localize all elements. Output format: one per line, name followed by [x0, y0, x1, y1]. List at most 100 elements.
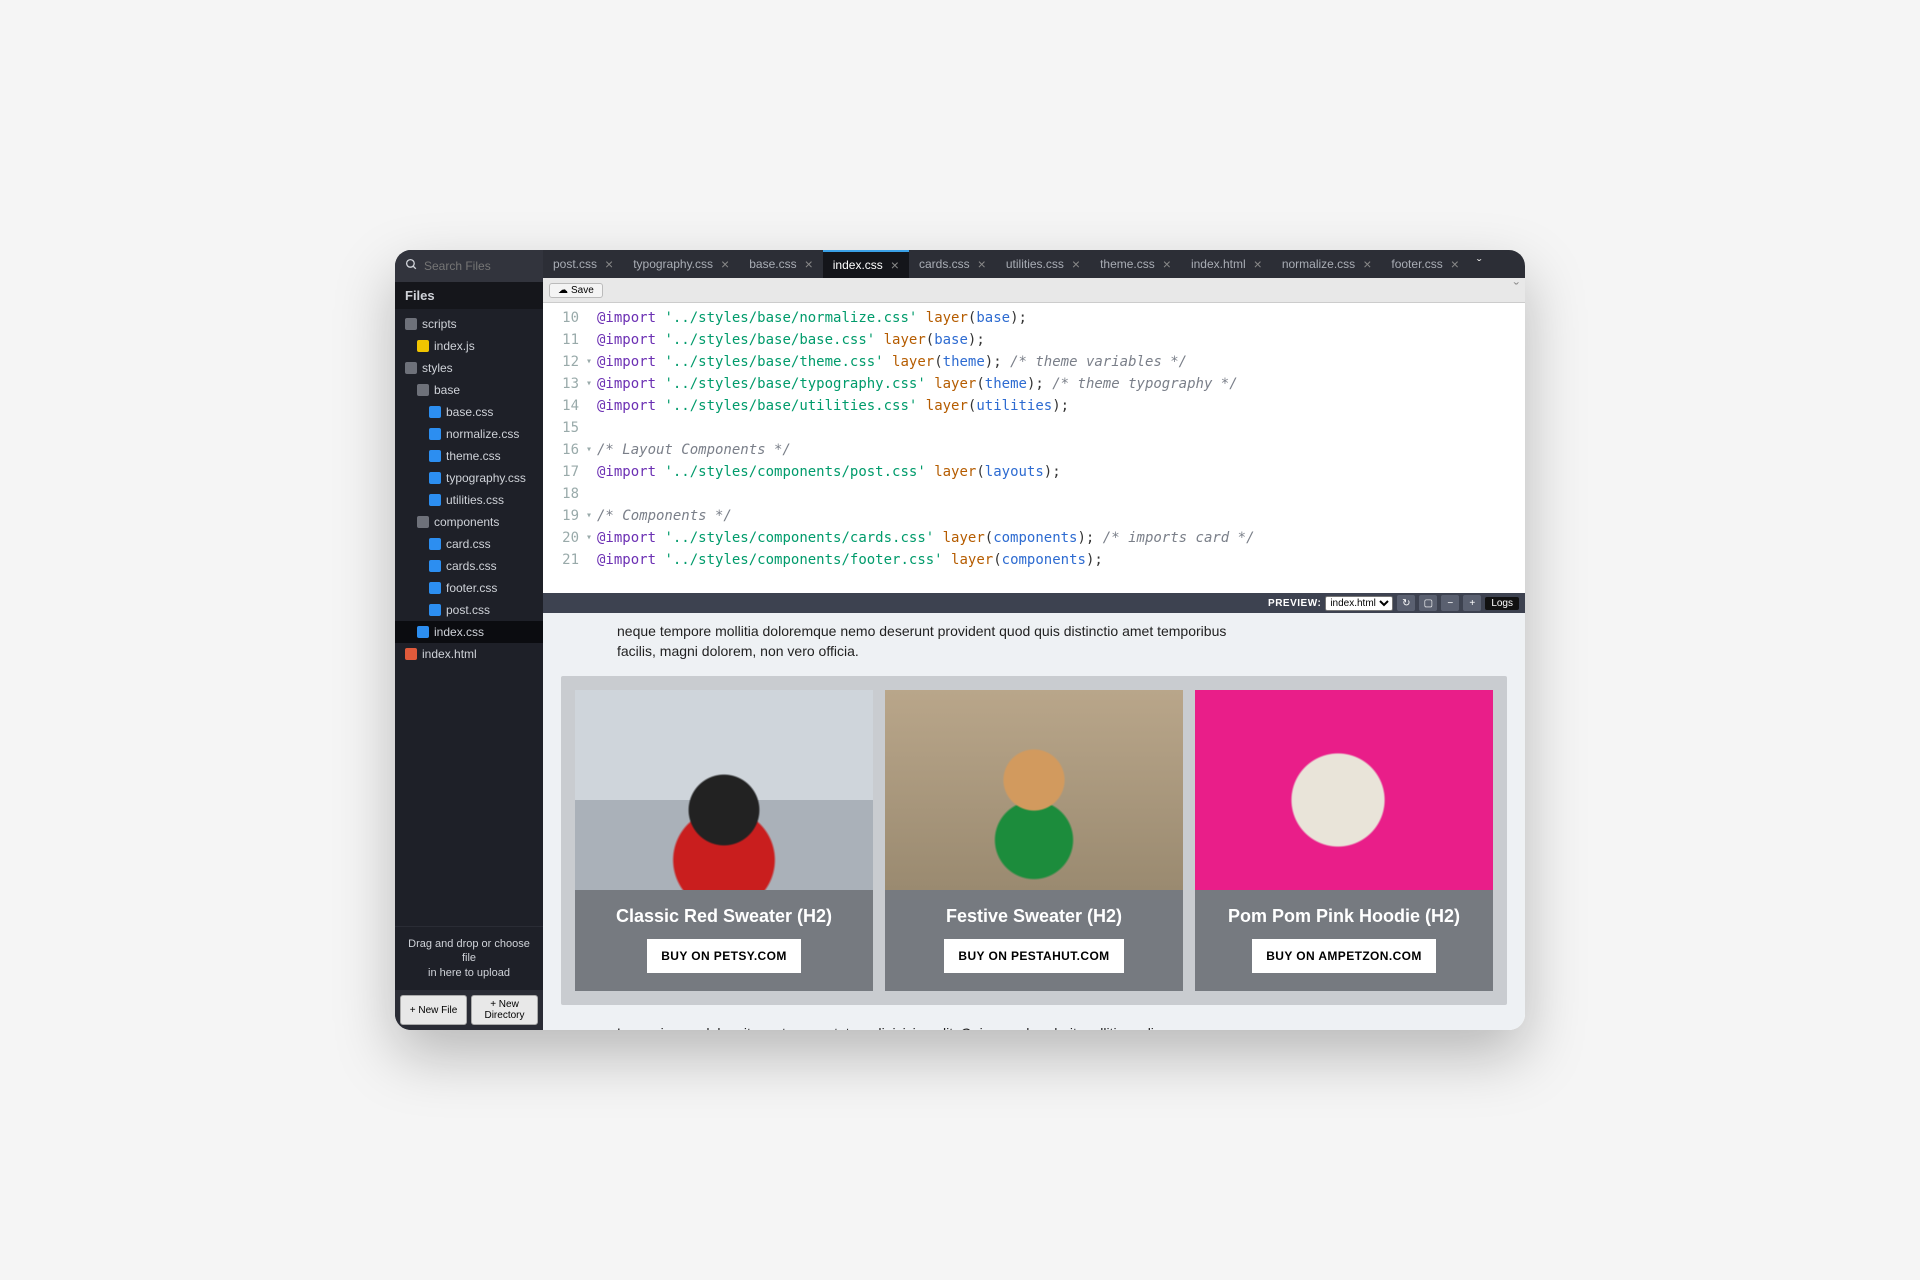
toolbar-more-icon[interactable]: ˇ [1514, 281, 1519, 299]
search-row [395, 250, 543, 282]
tree-item-label: theme.css [446, 447, 501, 465]
css-icon [429, 406, 441, 418]
folder-icon [417, 516, 429, 528]
tree-item-label: index.css [434, 623, 484, 641]
code-line: @import '../styles/base/normalize.css' l… [595, 307, 1027, 329]
tree-item-footer-css[interactable]: footer.css [395, 577, 543, 599]
tree-item-cards-css[interactable]: cards.css [395, 555, 543, 577]
tab-base-css[interactable]: base.css× [739, 250, 823, 278]
line-number: 16 [543, 439, 583, 461]
search-input[interactable] [424, 259, 533, 273]
code-line: @import '../styles/base/typography.css' … [595, 373, 1238, 395]
tree-item-label: cards.css [446, 557, 497, 575]
main-pane: post.css×typography.css×base.css×index.c… [543, 250, 1525, 1030]
fold-icon[interactable]: ▾ [583, 439, 595, 461]
tab-typography-css[interactable]: typography.css × [623, 250, 739, 278]
buy-button[interactable]: BUY ON PETSY.COM [647, 939, 801, 973]
tree-item-card-css[interactable]: card.css [395, 533, 543, 555]
tree-item-index-css[interactable]: index.css [395, 621, 543, 643]
tree-item-utilities-css[interactable]: utilities.css [395, 489, 543, 511]
close-icon[interactable]: × [721, 256, 729, 272]
tree-item-index-js[interactable]: index.js [395, 335, 543, 357]
fold-icon [583, 417, 595, 439]
close-icon[interactable]: × [1363, 256, 1371, 272]
fold-icon[interactable]: ▾ [583, 373, 595, 395]
product-title: Festive Sweater (H2) [938, 890, 1130, 939]
tab-label: typography.css [633, 257, 713, 271]
close-icon[interactable]: × [805, 256, 813, 272]
tree-item-label: typography.css [446, 469, 526, 487]
code-line: @import '../styles/components/cards.css'… [595, 527, 1255, 549]
product-title: Pom Pom Pink Hoodie (H2) [1220, 890, 1468, 939]
minus-icon[interactable]: − [1441, 595, 1459, 611]
css-icon [429, 604, 441, 616]
tree-item-post-css[interactable]: post.css [395, 599, 543, 621]
save-label: Save [571, 285, 594, 296]
close-icon[interactable]: × [1451, 256, 1459, 272]
preview-file-select[interactable]: index.html [1325, 596, 1393, 611]
code-line [595, 483, 597, 505]
tree-item-typography-css[interactable]: typography.css [395, 467, 543, 489]
refresh-icon[interactable]: ↻ [1397, 595, 1415, 611]
tree-item-label: utilities.css [446, 491, 504, 509]
tab-footer-css[interactable]: footer.css × [1381, 250, 1469, 278]
drop-area[interactable]: Drag and drop or choose file in here to … [395, 926, 543, 990]
logs-button[interactable]: Logs [1485, 597, 1519, 610]
tree-item-scripts[interactable]: scripts [395, 313, 543, 335]
new-directory-button[interactable]: + New Directory [471, 995, 538, 1025]
line-number: 12 [543, 351, 583, 373]
code-line: @import '../styles/base/theme.css' layer… [595, 351, 1187, 373]
close-icon[interactable]: × [978, 256, 986, 272]
tab-normalize-css[interactable]: normalize.css× [1272, 250, 1382, 278]
code-editor[interactable]: 10@import '../styles/base/normalize.css'… [543, 303, 1525, 593]
tree-item-label: normalize.css [446, 425, 519, 443]
save-button[interactable]: ☁ Save [549, 283, 603, 298]
close-icon[interactable]: × [1163, 256, 1171, 272]
popout-icon[interactable]: ▢ [1419, 595, 1437, 611]
tab-label: index.css [833, 258, 883, 272]
tree-item-components[interactable]: components [395, 511, 543, 533]
fold-icon[interactable]: ▾ [583, 351, 595, 373]
fold-icon[interactable]: ▾ [583, 505, 595, 527]
line-number: 21 [543, 549, 583, 571]
close-icon[interactable]: × [1072, 256, 1080, 272]
close-icon[interactable]: × [891, 257, 899, 273]
code-line: @import '../styles/base/base.css' layer(… [595, 329, 985, 351]
tabs-overflow-icon[interactable]: ˇ [1469, 250, 1490, 278]
buy-button[interactable]: BUY ON PESTAHUT.COM [944, 939, 1123, 973]
folder-icon [417, 384, 429, 396]
tree-item-base[interactable]: base [395, 379, 543, 401]
product-card: Festive Sweater (H2)BUY ON PESTAHUT.COM [885, 690, 1183, 991]
fold-icon [583, 483, 595, 505]
fold-icon [583, 307, 595, 329]
close-icon[interactable]: × [1254, 256, 1262, 272]
new-file-button[interactable]: + New File [400, 995, 467, 1025]
tab-post-css[interactable]: post.css× [543, 250, 623, 278]
cloud-icon: ☁ [558, 285, 568, 296]
preview-pane[interactable]: neque tempore mollitia doloremque nemo d… [543, 613, 1525, 1030]
css-icon [429, 538, 441, 550]
preview-toolbar: PREVIEW: index.html ↻ ▢ − + Logs [543, 593, 1525, 613]
css-icon [429, 428, 441, 440]
tab-index-html[interactable]: index.html× [1181, 250, 1272, 278]
tab-cards-css[interactable]: cards.css× [909, 250, 996, 278]
new-buttons: + New File + New Directory [395, 990, 543, 1030]
tree-item-theme-css[interactable]: theme.css [395, 445, 543, 467]
drop-line-2: in here to upload [403, 966, 535, 980]
tab-index-css[interactable]: index.css × [823, 250, 909, 278]
preview-paragraph: neque tempore mollitia doloremque nemo d… [617, 621, 1227, 662]
buy-button[interactable]: BUY ON AMPETZON.COM [1252, 939, 1436, 973]
close-icon[interactable]: × [605, 256, 613, 272]
tab-utilities-css[interactable]: utilities.css × [996, 250, 1090, 278]
tab-label: utilities.css [1006, 257, 1064, 271]
tree-item-label: post.css [446, 601, 490, 619]
plus-icon[interactable]: + [1463, 595, 1481, 611]
tree-item-base-css[interactable]: base.css [395, 401, 543, 423]
tab-theme-css[interactable]: theme.css× [1090, 250, 1181, 278]
tree-item-normalize-css[interactable]: normalize.css [395, 423, 543, 445]
line-number: 13 [543, 373, 583, 395]
tree-item-styles[interactable]: styles [395, 357, 543, 379]
tree-item-index-html[interactable]: index.html [395, 643, 543, 665]
fold-icon[interactable]: ▾ [583, 527, 595, 549]
tab-label: footer.css [1391, 257, 1442, 271]
